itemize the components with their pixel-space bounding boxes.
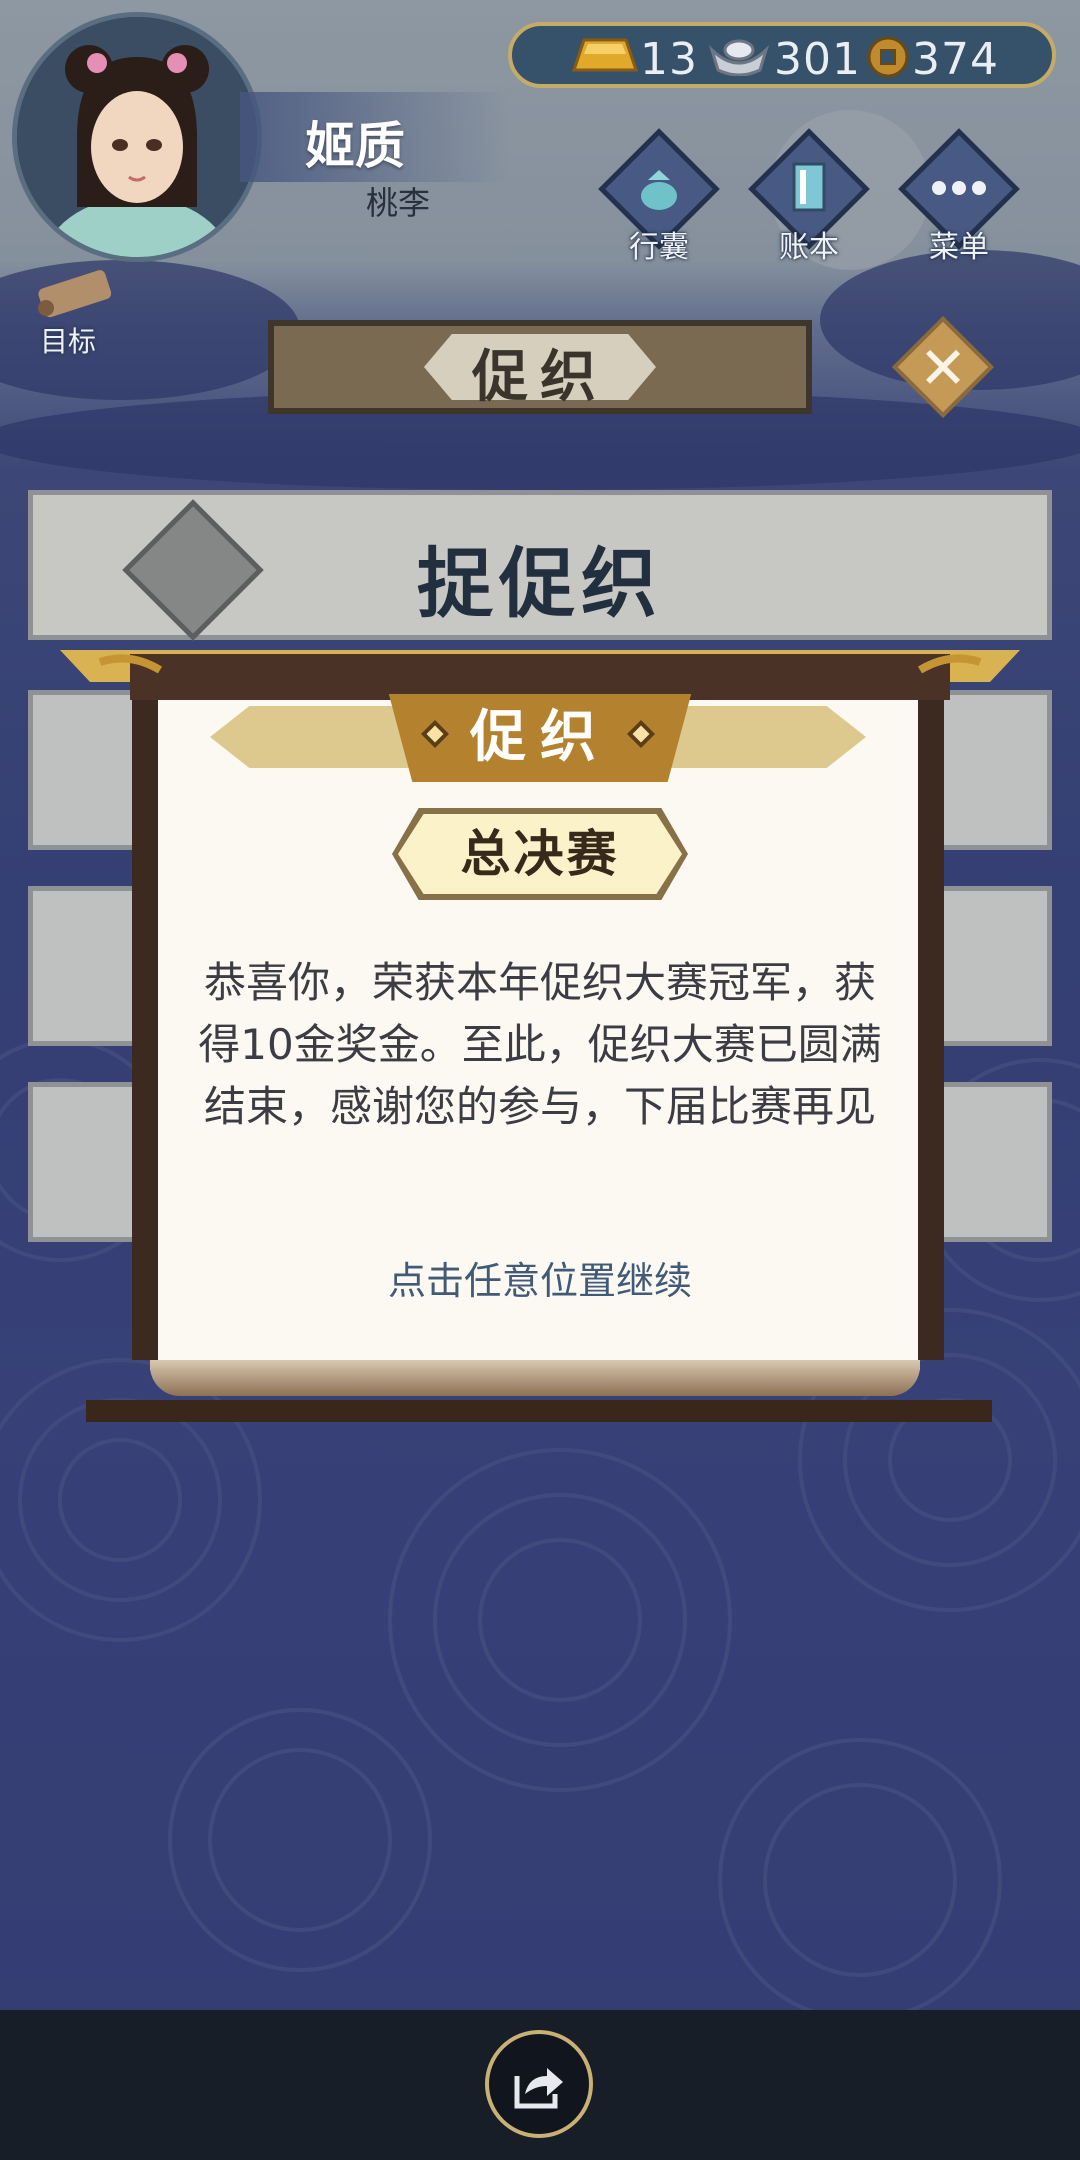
gold-value: 13 [640, 34, 698, 85]
coins-value: 374 [912, 34, 999, 85]
scroll-icon [38, 270, 112, 318]
player-title: 桃李 [366, 184, 431, 222]
bag-label: 行囊 [629, 230, 689, 265]
menu-label: 菜单 [929, 230, 989, 265]
close-icon[interactable]: ✕ [896, 330, 990, 406]
ledger-button[interactable]: 账本 [744, 128, 874, 265]
player-avatar[interactable] [12, 12, 262, 262]
goal-button[interactable]: 目标 [18, 262, 118, 362]
modal-scroll-bottom [150, 1360, 920, 1396]
player-name: 姬质 [305, 117, 405, 175]
currency-bar: 13 301 374 [508, 22, 1056, 88]
modal-base [86, 1400, 992, 1422]
goal-label: 目标 [39, 325, 96, 358]
coin-icon [867, 36, 909, 78]
share-icon [514, 2068, 563, 2109]
silver-value: 301 [774, 34, 861, 85]
share-button[interactable] [485, 2030, 593, 2138]
dialog-title: 促织 [470, 705, 610, 770]
card-title: 捉促织 [417, 539, 663, 628]
ledger-label: 账本 [779, 230, 839, 265]
modal-frame-left [132, 700, 158, 1360]
page-banner: 促织 [268, 320, 812, 414]
modal-frame-right [918, 700, 944, 1360]
page-title: 促织 [472, 345, 608, 410]
more-dots-glyph [932, 181, 986, 195]
menu-button[interactable]: 菜单 [894, 128, 1024, 265]
bag-button[interactable]: 行囊 [594, 128, 724, 265]
ledger-glyph [792, 162, 826, 212]
silver-ingot-icon [708, 39, 770, 76]
character-portrait [17, 17, 257, 257]
continue-hint[interactable]: 点击任意位置继续 [190, 1250, 890, 1305]
bag-glyph [641, 170, 677, 210]
gold-bar-icon [572, 38, 638, 72]
dialog-message: 恭喜你，荣获本年促织大赛冠军，获得10金奖金。至此，促织大赛已圆满结束，感谢您的… [198, 958, 882, 1131]
stage-label: 总决赛 [460, 825, 620, 883]
